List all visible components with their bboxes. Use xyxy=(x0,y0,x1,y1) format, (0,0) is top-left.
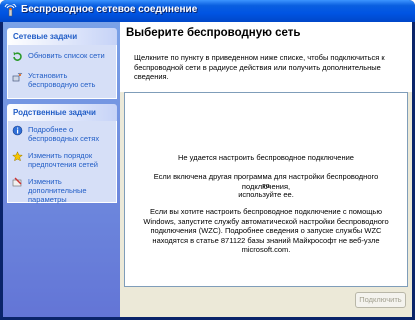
task-refresh-network-list[interactable]: Обновить список сети xyxy=(8,51,116,61)
star-icon xyxy=(12,151,23,162)
info-icon xyxy=(12,125,23,136)
message-cannot-configure: Не удается настроить беспроводное подклю… xyxy=(178,153,354,162)
message-use-windows: Если вы хотите настроить беспроводное по… xyxy=(143,207,389,254)
task-setup-wireless-network[interactable]: Установить беспроводную сеть xyxy=(8,71,116,89)
task-label: Установить беспроводную сеть xyxy=(28,71,96,89)
task-label: Изменить порядок предпочтения сетей xyxy=(28,151,98,169)
wireless-network-icon xyxy=(4,4,17,17)
related-tasks-group: Родственные задачи Подробнее о беспровод… xyxy=(7,104,117,204)
task-change-network-order[interactable]: Изменить порядок предпочтения сетей xyxy=(8,151,116,169)
task-label: Изменить дополнительные параметры xyxy=(28,177,87,204)
page-title: Выберите беспроводную сеть xyxy=(126,27,301,39)
main-header: Выберите беспроводную сеть Щелкните по п… xyxy=(120,22,412,92)
task-change-advanced-settings[interactable]: Изменить дополнительные параметры xyxy=(8,177,116,204)
task-label: Обновить список сети xyxy=(28,51,105,60)
task-learn-wireless[interactable]: Подробнее о беспроводных сетях xyxy=(8,125,116,143)
connect-button[interactable]: Подключить xyxy=(355,292,406,308)
network-tasks-list: Обновить список сети Установить беспрово… xyxy=(7,45,117,99)
settings-icon xyxy=(12,177,22,187)
application-window: Беспроводное сетевое соединение Сетевые … xyxy=(0,0,415,320)
refresh-icon xyxy=(13,52,22,61)
task-label: Подробнее о беспроводных сетях xyxy=(28,125,100,143)
network-tasks-group: Сетевые задачи Обновить список сети Уста… xyxy=(7,28,117,99)
related-tasks-list: Подробнее о беспроводных сетях Изменить … xyxy=(7,121,117,204)
related-tasks-header[interactable]: Родственные задачи xyxy=(7,104,117,121)
main-panel: Выберите беспроводную сеть Щелкните по п… xyxy=(120,22,412,317)
network-tasks-header[interactable]: Сетевые задачи xyxy=(7,28,117,45)
page-description: Щелкните по пункту в приведенном ниже сп… xyxy=(134,53,385,81)
window-title: Беспроводное сетевое соединение xyxy=(21,4,198,15)
window-client-area: Сетевые задачи Обновить список сети Уста… xyxy=(3,22,412,317)
wireless-setup-icon xyxy=(12,72,23,82)
title-bar[interactable]: Беспроводное сетевое соединение xyxy=(0,0,415,22)
network-list-area[interactable]: Не удается настроить беспроводное подклю… xyxy=(124,92,408,287)
message-other-program-line-3: используйте ее. xyxy=(238,190,294,199)
task-pane: Сетевые задачи Обновить список сети Уста… xyxy=(3,22,120,317)
